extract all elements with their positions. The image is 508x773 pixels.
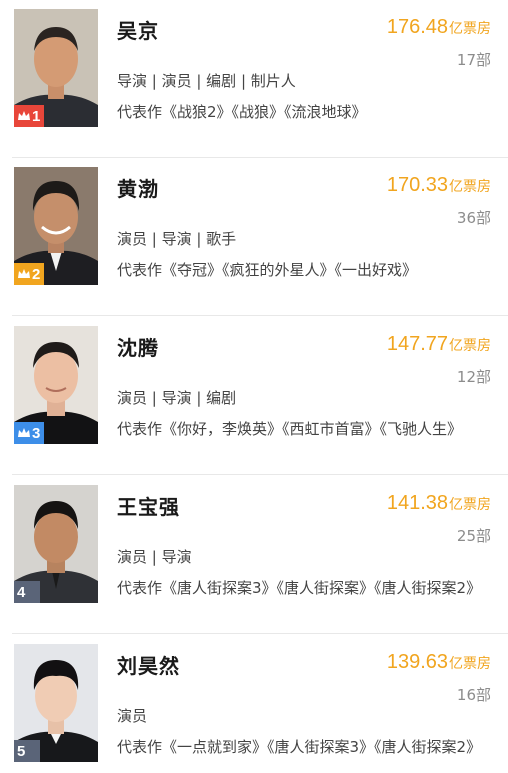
rank-number: 5 [17, 742, 26, 760]
box-office-amount: 176.48 [386, 16, 448, 38]
box-office: 170.33 亿票房 [387, 174, 491, 197]
box-office-unit: 亿票房 [449, 21, 491, 37]
film-count: 25部 [456, 527, 491, 545]
box-office-amount: 147.77 [386, 333, 448, 355]
rank-number: 2 [32, 265, 41, 283]
representative-works: 代表作《你好，李焕英》《西虹市首富》《飞驰人生》 [117, 420, 463, 438]
actor-name[interactable]: 黄渤 [117, 173, 159, 202]
film-count: 17部 [456, 51, 491, 69]
representative-works: 代表作《一点就到家》《唐人街探案3》《唐人街探案2》 [117, 738, 482, 756]
box-office: 141.38 亿票房 [387, 492, 491, 515]
box-office-amount: 139.63 [386, 651, 448, 673]
box-office: 147.77 亿票房 [387, 333, 491, 356]
ranking-row-4[interactable]: 4 王宝强 141.38 亿票房 25部 演员 | 导演 代表作《唐人街探案3》… [0, 476, 508, 634]
rank-number: 3 [32, 424, 41, 442]
rank-badge: 1 [14, 105, 45, 127]
actor-name[interactable]: 沈腾 [117, 332, 159, 361]
actor-photo[interactable]: 3 [14, 326, 98, 444]
actor-photo[interactable]: 2 [14, 167, 98, 285]
actor-name[interactable]: 王宝强 [117, 491, 180, 520]
ranking-row-2[interactable]: 2 黄渤 170.33 亿票房 36部 演员 | 导演 | 歌手 代表作《夺冠》… [0, 158, 508, 316]
rank-badge: 2 [14, 263, 45, 285]
ranking-row-3[interactable]: 3 沈腾 147.77 亿票房 12部 演员 | 导演 | 编剧 代表作《你好，… [0, 317, 508, 475]
box-office: 139.63 亿票房 [387, 651, 491, 674]
crown-icon [18, 269, 30, 278]
actor-photo[interactable]: 4 [14, 485, 98, 603]
actor-roles: 演员 | 导演 | 歌手 [117, 230, 237, 248]
rank-number: 4 [17, 583, 26, 601]
actor-roles: 演员 | 导演 | 编剧 [117, 389, 237, 407]
box-office-amount: 141.38 [386, 492, 448, 514]
rank-number: 1 [32, 107, 41, 125]
box-office-unit: 亿票房 [449, 338, 491, 354]
ranking-row-5[interactable]: 5 刘昊然 139.63 亿票房 16部 演员 代表作《一点就到家》《唐人街探案… [0, 635, 508, 773]
actor-photo[interactable]: 5 [14, 644, 98, 762]
box-office-unit: 亿票房 [449, 497, 491, 513]
actor-roles: 演员 [117, 707, 148, 725]
box-office-amount: 170.33 [386, 174, 448, 196]
crown-icon [18, 111, 30, 120]
rank-badge: 3 [14, 422, 45, 444]
representative-works: 代表作《唐人街探案3》《唐人街探案》《唐人街探案2》 [117, 579, 482, 597]
rank-badge: 4 [14, 581, 40, 603]
row-divider [12, 633, 508, 634]
box-office-unit: 亿票房 [449, 179, 491, 195]
film-count: 12部 [456, 368, 491, 386]
representative-works: 代表作《战狼2》《战狼》《流浪地球》 [117, 103, 367, 121]
actor-name[interactable]: 吴京 [117, 15, 159, 44]
actor-roles: 导演 | 演员 | 编剧 | 制片人 [117, 72, 296, 90]
crown-icon [18, 428, 30, 437]
film-count: 16部 [456, 686, 491, 704]
box-office: 176.48 亿票房 [387, 16, 491, 39]
rank-badge: 5 [14, 740, 40, 762]
box-office-ranking-list: 1 吴京 176.48 亿票房 17部 导演 | 演员 | 编剧 | 制片人 代… [0, 0, 508, 773]
box-office-unit: 亿票房 [449, 656, 491, 672]
row-divider [12, 474, 508, 475]
representative-works: 代表作《夺冠》《疯狂的外星人》《一出好戏》 [117, 261, 418, 279]
actor-photo[interactable]: 1 [14, 9, 98, 127]
row-divider [12, 315, 508, 316]
ranking-row-1[interactable]: 1 吴京 176.48 亿票房 17部 导演 | 演员 | 编剧 | 制片人 代… [0, 0, 508, 158]
actor-name[interactable]: 刘昊然 [117, 650, 180, 679]
film-count: 36部 [456, 209, 491, 227]
actor-roles: 演员 | 导演 [117, 548, 192, 566]
